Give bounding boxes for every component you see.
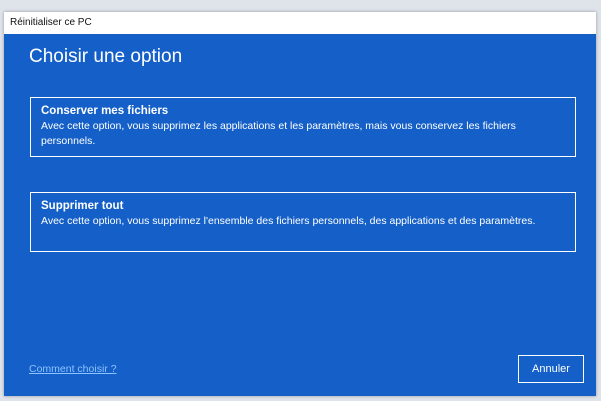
option-title: Supprimer tout xyxy=(41,200,124,212)
keep-files-option[interactable]: Conserver mes fichiers Avec cette option… xyxy=(30,97,576,157)
remove-everything-option[interactable]: Supprimer tout Avec cette option, vous s… xyxy=(30,192,576,252)
title-bar: Réinitialiser ce PC xyxy=(4,12,596,34)
option-description: Avec cette option, vous supprimez les ap… xyxy=(41,120,516,147)
window-title: Réinitialiser ce PC xyxy=(10,17,92,28)
option-description: Avec cette option, vous supprimez l'ense… xyxy=(41,215,536,227)
option-title: Conserver mes fichiers xyxy=(41,105,169,117)
page-title: Choisir une option xyxy=(29,46,183,67)
reset-pc-dialog: Réinitialiser ce PC Choisir une option C… xyxy=(4,12,596,396)
help-link[interactable]: Comment choisir ? xyxy=(29,363,117,375)
cancel-button[interactable]: Annuler xyxy=(518,355,584,383)
